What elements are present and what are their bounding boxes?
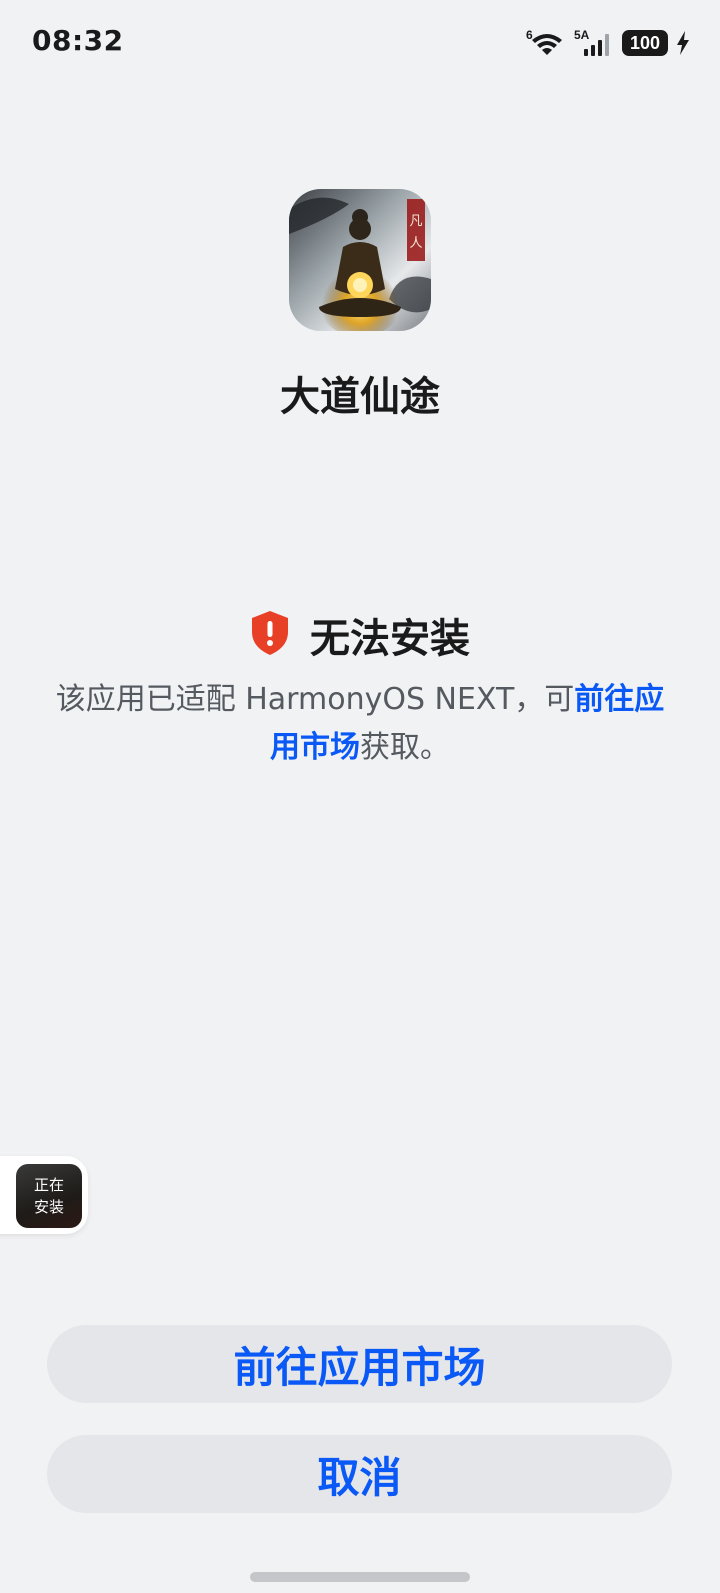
app-name: 大道仙途 — [280, 374, 440, 420]
svg-text:人: 人 — [409, 236, 422, 251]
installing-label: 正在安装 — [33, 1176, 64, 1216]
cancel-button[interactable]: 取消 — [47, 1435, 672, 1513]
status-time: 08:32 — [32, 24, 124, 57]
status-icons: 6 5A 100 — [526, 26, 690, 60]
error-header: 无法安装 — [0, 606, 720, 664]
battery-icon: 100 — [622, 30, 668, 56]
status-bar: 08:32 6 5A 100 — [0, 0, 720, 88]
charging-bolt-icon — [676, 31, 690, 55]
wifi-badge: 6 — [526, 28, 533, 42]
home-indicator[interactable] — [250, 1572, 470, 1582]
installing-app-thumbnail: 正在安装 — [16, 1164, 82, 1228]
app-icon: 凡 人 — [289, 189, 431, 331]
installing-floating-bubble[interactable]: 正在安装 — [0, 1156, 88, 1234]
signal-badge: 5A — [574, 28, 590, 42]
wifi-icon: 6 — [526, 28, 566, 58]
error-message-suffix: 获取。 — [360, 730, 450, 765]
error-message-text: 该应用已适配 HarmonyOS NEXT，可 — [55, 682, 575, 717]
error-title: 无法安装 — [310, 616, 470, 662]
svg-text:凡: 凡 — [409, 214, 422, 229]
error-message: 该应用已适配 HarmonyOS NEXT，可前往应用市场获取。 — [52, 676, 668, 772]
cellular-signal-icon: 5A — [574, 28, 614, 58]
go-to-app-market-button[interactable]: 前往应用市场 — [47, 1325, 672, 1403]
shield-alert-icon — [250, 610, 290, 660]
